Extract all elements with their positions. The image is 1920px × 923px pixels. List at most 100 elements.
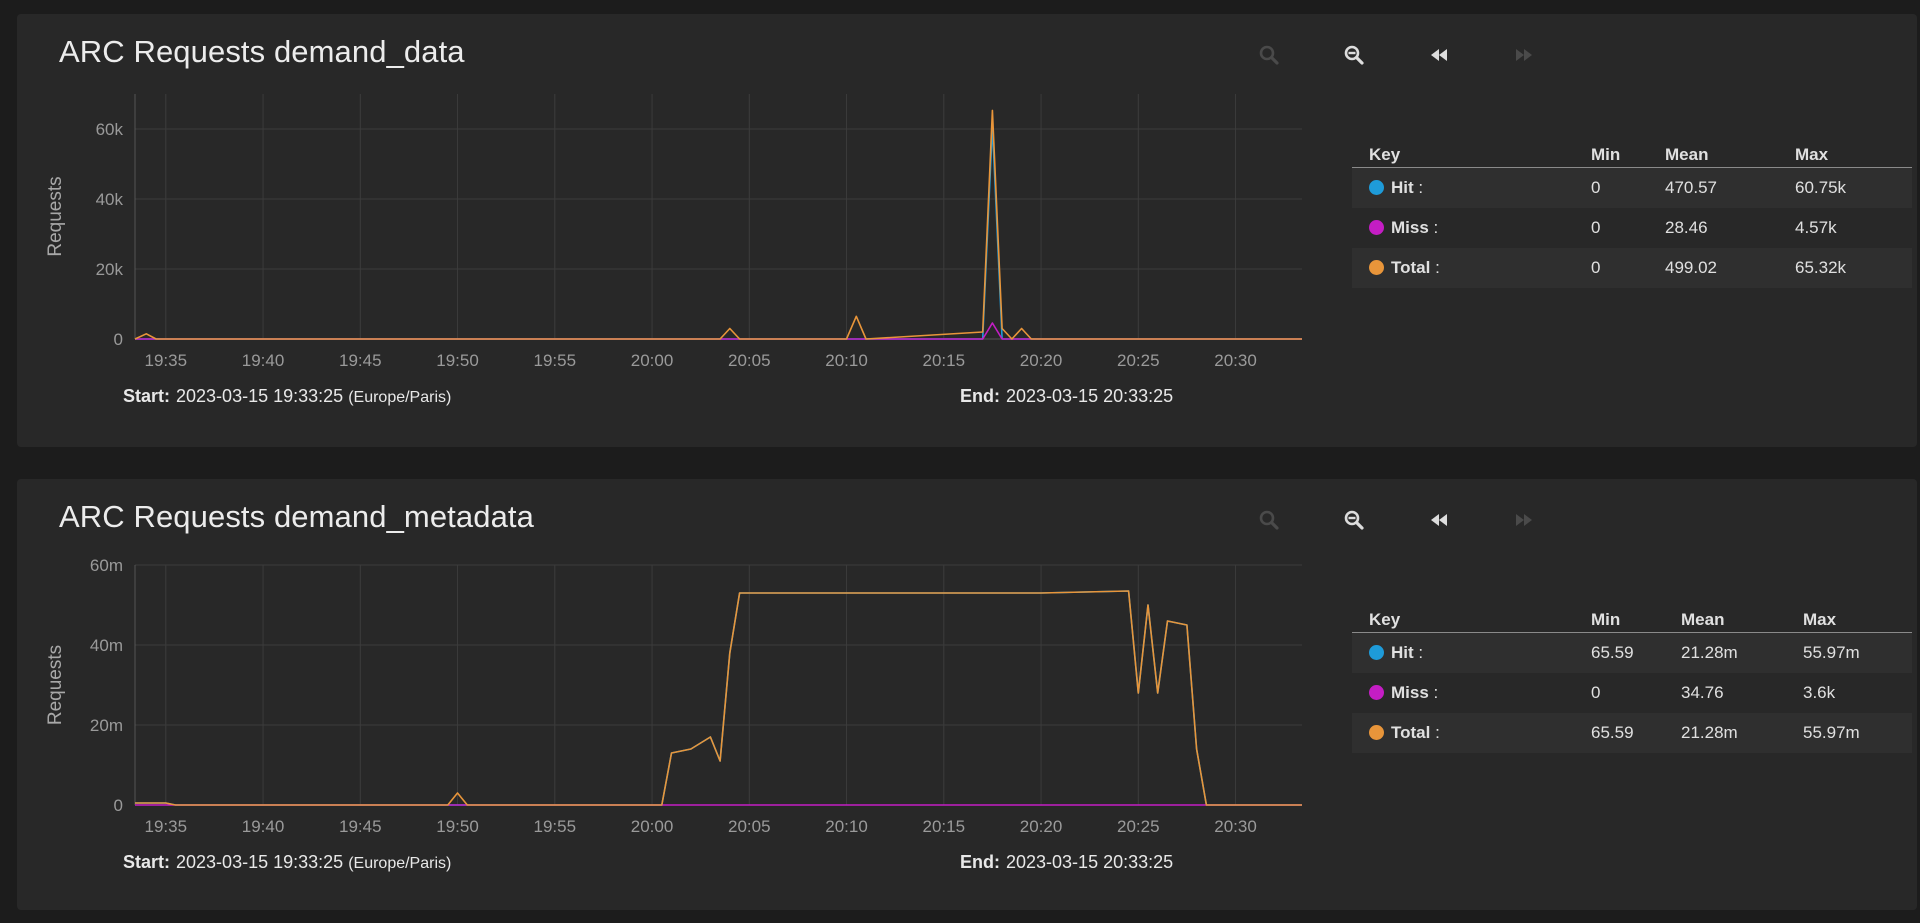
series-color-dot <box>1369 725 1384 740</box>
legend-mean: 470.57 <box>1665 178 1717 197</box>
series-name: Hit <box>1391 178 1414 197</box>
legend-header-mean: Mean <box>1681 610 1725 629</box>
legend-max: 55.97m <box>1803 723 1860 742</box>
legend-mean: 21.28m <box>1681 723 1738 742</box>
y-tick-label: 40k <box>96 190 124 209</box>
x-tick-label: 20:15 <box>923 351 966 370</box>
x-tick-label: 19:40 <box>242 351 285 370</box>
x-tick-label: 19:45 <box>339 351 382 370</box>
x-tick-label: 20:10 <box>825 351 868 370</box>
x-tick-label: 20:05 <box>728 817 771 836</box>
fast-forward-icon[interactable] <box>1509 505 1539 535</box>
start-value: 2023-03-15 19:33:25 <box>176 852 344 872</box>
end-label: End: <box>960 386 1000 406</box>
y-axis-label: Requests <box>45 176 66 256</box>
timezone: (Europe/Paris) <box>348 855 452 872</box>
legend-min: 0 <box>1591 178 1601 197</box>
legend-row-total[interactable]: Total : 0 499.02 65.32k <box>1352 248 1912 288</box>
legend-row-miss[interactable]: Miss : 0 28.46 4.57k <box>1352 208 1912 248</box>
line-chart-plot[interactable]: 0 20k 40k 60k 19:35 19:40 19:45 19:50 19:55 20:00… <box>17 14 1327 374</box>
legend-key-hit: Hit : <box>1369 643 1423 663</box>
legend-key-total: Total : <box>1369 258 1440 278</box>
y-tick-label: 20m <box>90 716 123 735</box>
chart-card-demand-metadata: ARC Requests demand_metadata 0 20m 40m 60m 1… <box>17 479 1917 910</box>
legend-min: 65.59 <box>1591 723 1634 742</box>
x-tick-label: 20:10 <box>825 817 868 836</box>
series-color-dot <box>1369 220 1384 235</box>
x-tick-label: 20:30 <box>1214 351 1257 370</box>
start-value: 2023-03-15 19:33:25 <box>176 386 344 406</box>
legend-row-total[interactable]: Total : 65.59 21.28m 55.97m <box>1352 713 1912 753</box>
x-tick-label: 19:55 <box>534 817 577 836</box>
x-tick-label: 20:15 <box>923 817 966 836</box>
legend-header-key: Key <box>1369 610 1401 629</box>
y-tick-label: 20k <box>96 260 124 279</box>
y-tick-label: 40m <box>90 636 123 655</box>
legend-key-total: Total : <box>1369 723 1440 743</box>
series-line-total <box>135 590 1302 806</box>
timezone: (Europe/Paris) <box>348 389 452 406</box>
legend-mean: 28.46 <box>1665 218 1708 237</box>
legend-max: 4.57k <box>1795 218 1837 237</box>
end-value: 2023-03-15 20:33:25 <box>1006 852 1174 872</box>
legend-header-mean: Mean <box>1665 145 1709 164</box>
legend-row-miss[interactable]: Miss : 0 34.76 3.6k <box>1352 673 1912 713</box>
x-tick-label: 20:25 <box>1117 817 1160 836</box>
series-name: Miss <box>1391 683 1429 702</box>
y-tick-label: 60k <box>96 120 124 139</box>
y-tick-label: 60m <box>90 556 123 575</box>
x-tick-label: 20:00 <box>631 817 674 836</box>
series-name: Miss <box>1391 218 1429 237</box>
legend-key-miss: Miss : <box>1369 218 1438 238</box>
x-tick-label: 19:45 <box>339 817 382 836</box>
legend-header-min: Min <box>1591 610 1621 629</box>
legend-mean: 499.02 <box>1665 258 1717 277</box>
chart-card-demand-data: ARC Requests demand_data 0 20k 40k 60k 19:35… <box>17 14 1917 447</box>
legend-min: 0 <box>1591 683 1601 702</box>
legend-table: Key Min Mean Max Hit : 65.59 21.28m 55.9… <box>1352 609 1912 753</box>
x-tick-label: 19:40 <box>242 817 285 836</box>
series-line-miss <box>135 322 1302 340</box>
legend-key-miss: Miss : <box>1369 683 1438 703</box>
series-color-dot <box>1369 645 1384 660</box>
legend-min: 65.59 <box>1591 643 1634 662</box>
series-color-dot <box>1369 685 1384 700</box>
rewind-icon[interactable] <box>1424 40 1454 70</box>
x-tick-label: 20:20 <box>1020 817 1063 836</box>
x-tick-label: 19:55 <box>534 351 577 370</box>
series-name: Hit <box>1391 643 1414 662</box>
legend-min: 0 <box>1591 258 1601 277</box>
rewind-icon[interactable] <box>1424 505 1454 535</box>
legend-row-hit[interactable]: Hit : 65.59 21.28m 55.97m <box>1352 633 1912 673</box>
legend-header-min: Min <box>1591 145 1621 164</box>
x-tick-label: 20:20 <box>1020 351 1063 370</box>
x-tick-label: 19:35 <box>145 817 188 836</box>
x-tick-label: 19:50 <box>436 351 479 370</box>
series-name: Total <box>1391 723 1431 742</box>
x-tick-label: 20:05 <box>728 351 771 370</box>
zoom-out-icon[interactable] <box>1339 40 1369 70</box>
series-line-hit <box>135 125 1302 340</box>
start-range: Start: 2023-03-15 19:33:25 (Europe/Paris) <box>123 852 451 873</box>
end-value: 2023-03-15 20:33:25 <box>1006 386 1174 406</box>
end-range: End: 2023-03-15 20:33:25 <box>960 852 1173 873</box>
zoom-out-icon[interactable] <box>1339 505 1369 535</box>
series-color-dot <box>1369 180 1384 195</box>
y-tick-label: 0 <box>114 796 123 815</box>
x-tick-label: 20:30 <box>1214 817 1257 836</box>
legend-max: 3.6k <box>1803 683 1836 702</box>
line-chart-plot[interactable]: 0 20m 40m 60m 19:35 19:40 19:45 19:50 19:55 20:00… <box>17 479 1327 839</box>
fast-forward-icon[interactable] <box>1509 40 1539 70</box>
legend-row-hit[interactable]: Hit : 0 470.57 60.75k <box>1352 168 1912 208</box>
start-range: Start: 2023-03-15 19:33:25 (Europe/Paris) <box>123 386 451 407</box>
legend-table: Key Min Mean Max Hit : 0 470.57 60.75k M… <box>1352 144 1912 288</box>
end-label: End: <box>960 852 1000 872</box>
series-line-hit <box>135 590 1302 806</box>
x-tick-label: 19:35 <box>145 351 188 370</box>
legend-min: 0 <box>1591 218 1601 237</box>
x-tick-label: 20:00 <box>631 351 674 370</box>
legend-max: 60.75k <box>1795 178 1847 197</box>
legend-header: Key Min Mean Max <box>1352 609 1912 633</box>
legend-header-max: Max <box>1795 145 1829 164</box>
legend-header: Key Min Mean Max <box>1352 144 1912 168</box>
